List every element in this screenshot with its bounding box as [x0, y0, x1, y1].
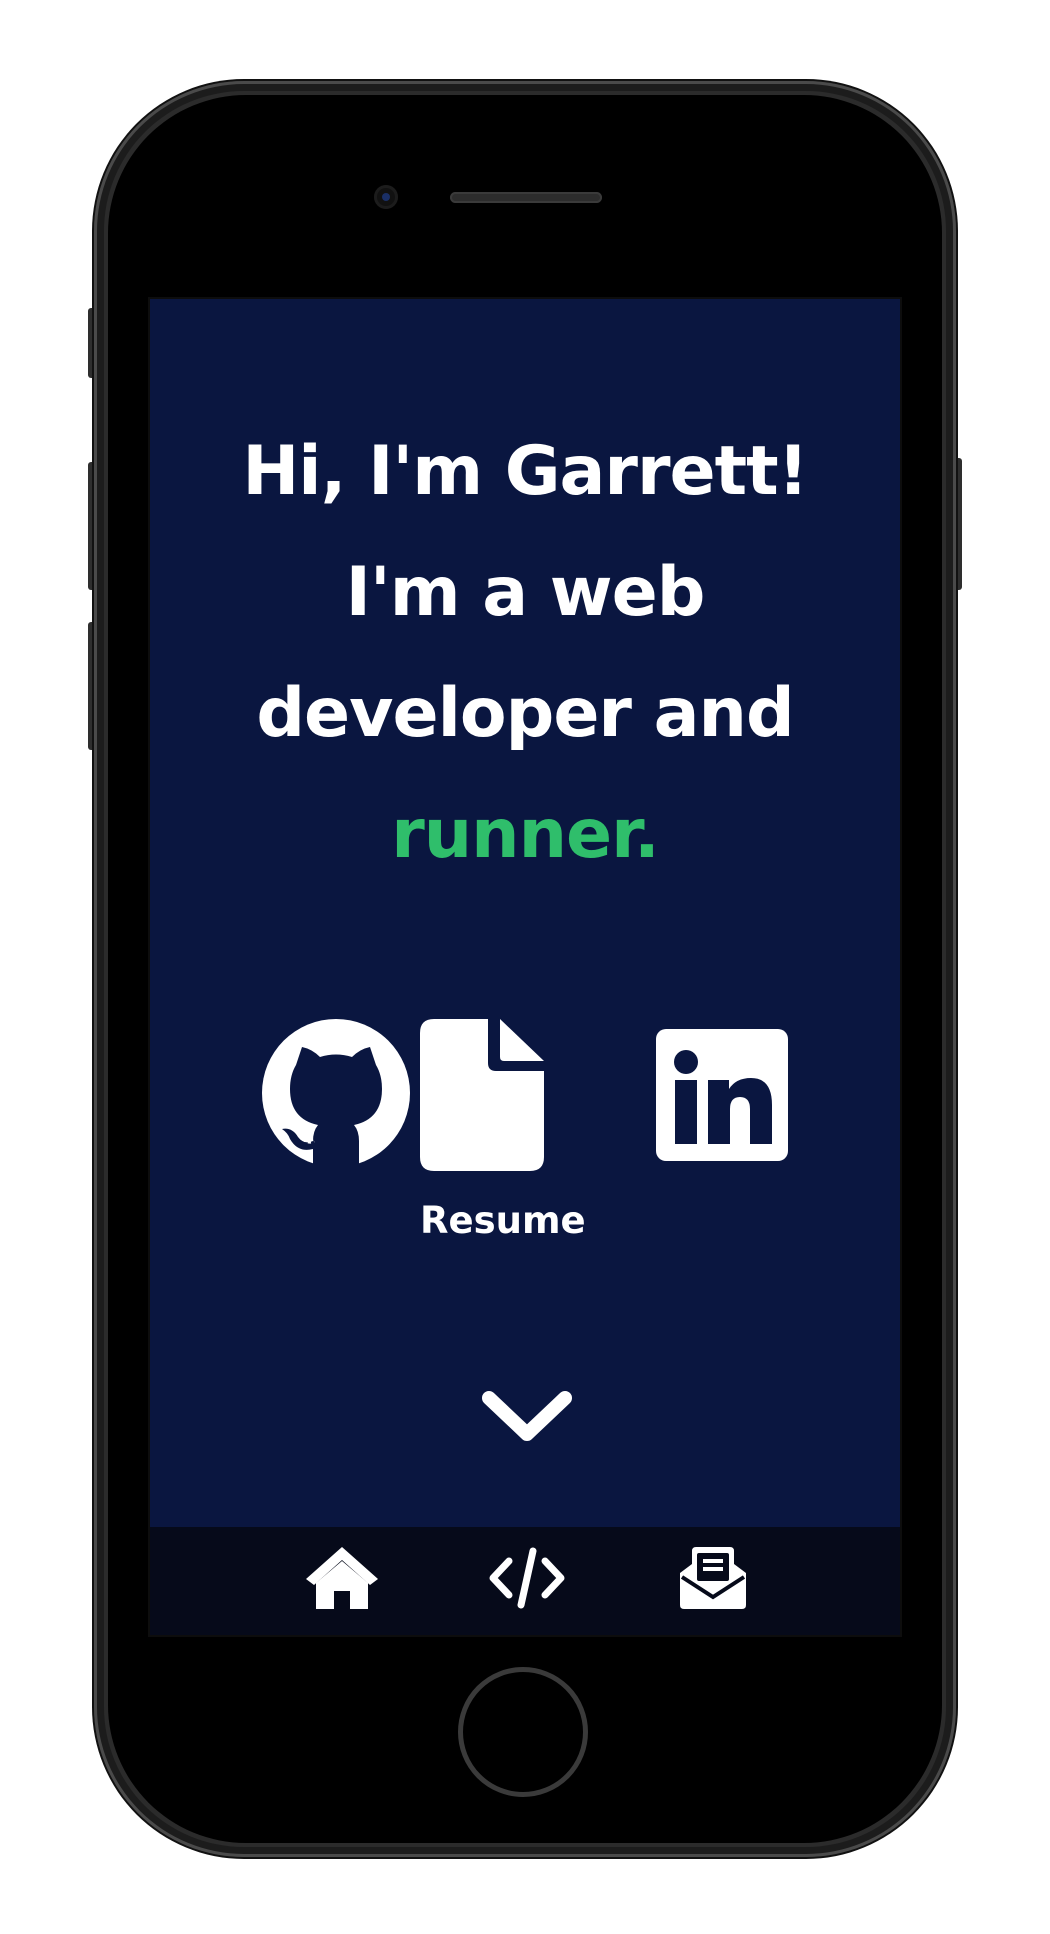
hero-line-2: I'm a web — [345, 553, 706, 632]
github-link[interactable] — [262, 1019, 410, 1167]
home-hardware-button[interactable] — [458, 1667, 588, 1797]
bottom-nav — [150, 1527, 900, 1635]
file-icon — [420, 1019, 544, 1171]
social-links: Resume — [150, 1019, 900, 1242]
github-icon — [262, 1019, 410, 1167]
scroll-down-button[interactable] — [477, 1384, 577, 1454]
nav-projects-button[interactable] — [487, 1547, 567, 1617]
linkedin-link[interactable] — [656, 1029, 788, 1161]
earpiece-speaker — [450, 192, 602, 203]
nav-home-button[interactable] — [302, 1547, 382, 1617]
resume-link[interactable]: Resume — [420, 1019, 586, 1242]
code-icon — [489, 1547, 565, 1609]
hero-line-3: developer and — [256, 674, 794, 753]
home-icon — [306, 1547, 378, 1609]
nav-contact-button[interactable] — [673, 1547, 753, 1617]
linkedin-icon — [656, 1029, 788, 1161]
front-camera — [374, 185, 398, 209]
phone-screen: Hi, I'm Garrett! I'm a web developer and… — [148, 297, 902, 1637]
device-frame-stage: Hi, I'm Garrett! I'm a web developer and… — [0, 0, 1050, 1934]
chevron-down-icon — [482, 1391, 572, 1441]
hero-heading: Hi, I'm Garrett! I'm a web developer and… — [150, 411, 900, 895]
resume-label: Resume — [420, 1199, 586, 1242]
hero-accent-word: runner. — [391, 795, 660, 874]
hero-line-1: Hi, I'm Garrett! — [242, 432, 808, 511]
envelope-open-icon — [680, 1547, 746, 1609]
